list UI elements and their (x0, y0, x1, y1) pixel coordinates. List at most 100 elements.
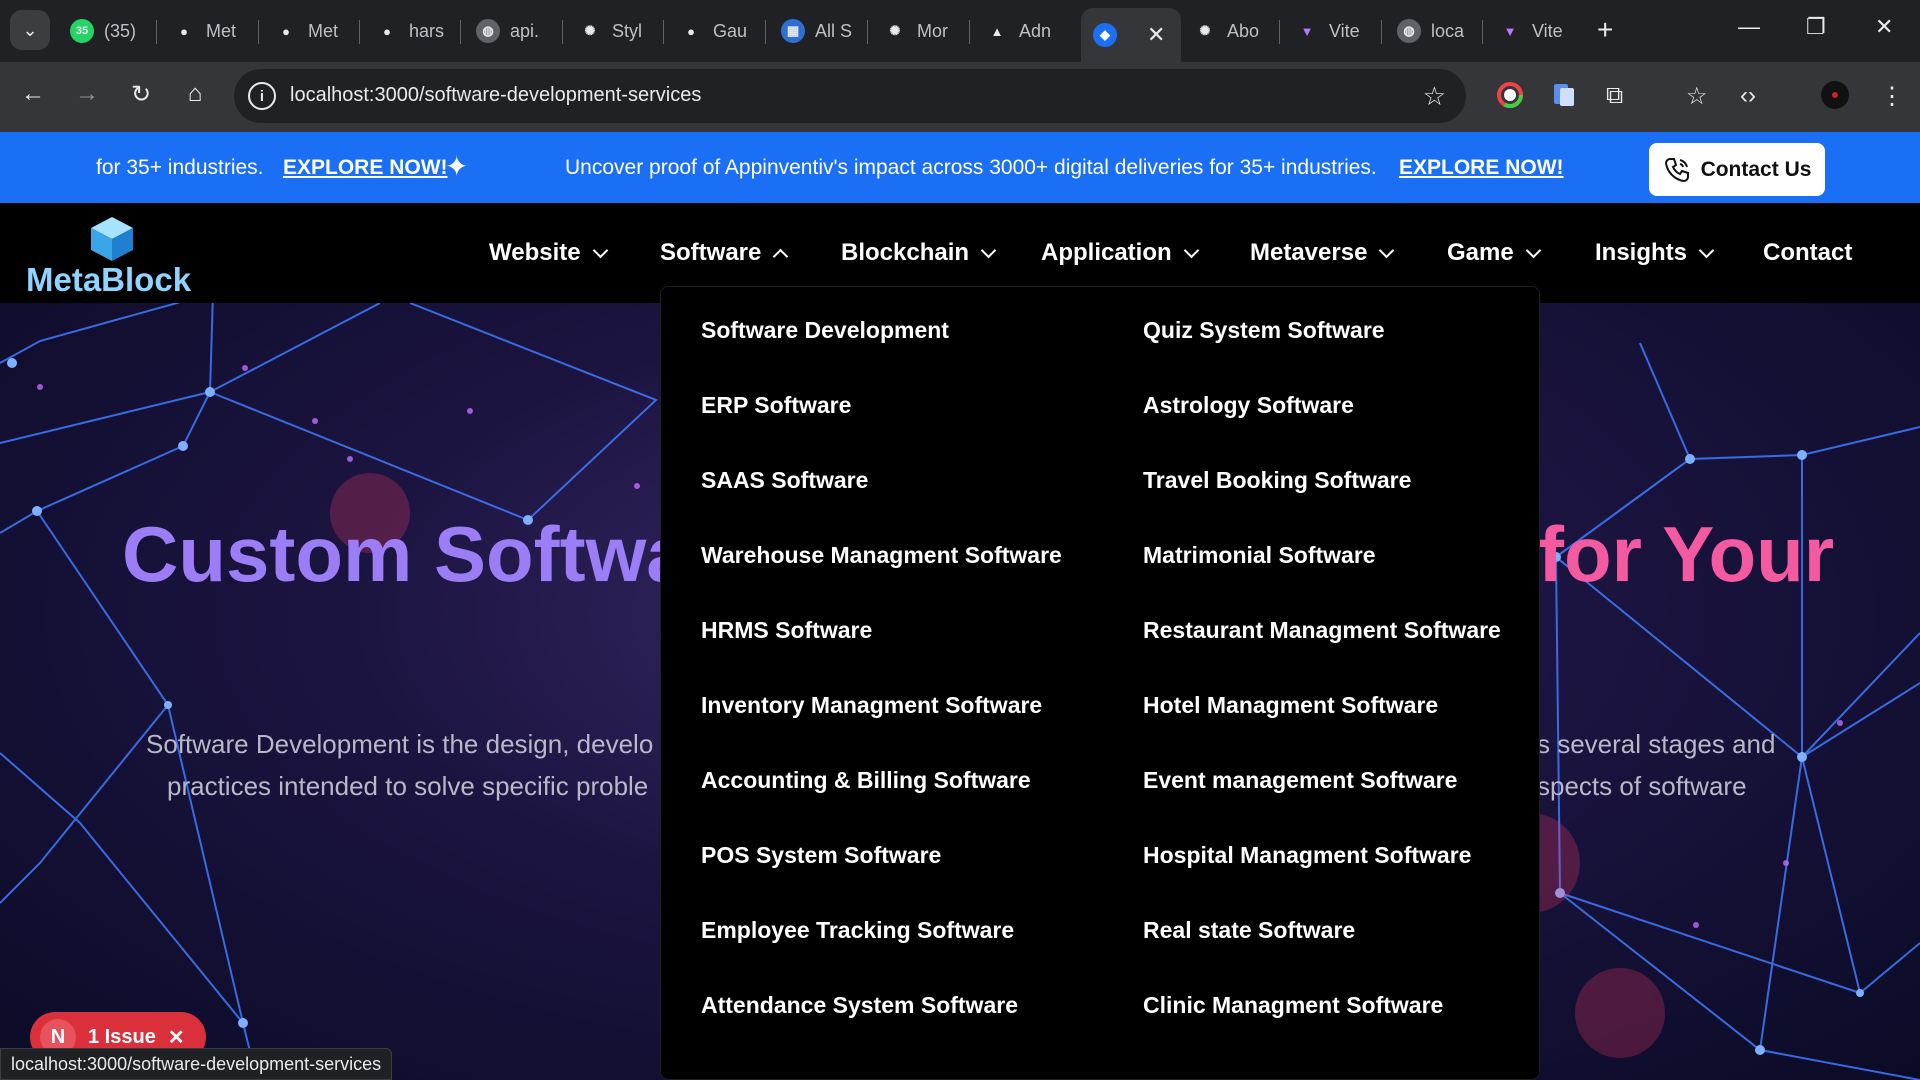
chevron-down-icon (980, 242, 997, 258)
nav-item-label: Contact (1763, 239, 1853, 266)
app-icon: ▦ (781, 19, 805, 43)
browser-tab[interactable]: ● Gau (667, 10, 757, 52)
contact-us-button[interactable]: Contact Us (1649, 143, 1825, 196)
nav-item-metaverse[interactable]: Metaverse (1250, 239, 1395, 267)
globe-icon: ◍ (476, 19, 500, 43)
home-button[interactable]: ⌂ (178, 80, 212, 108)
promo-explore-link[interactable]: EXPLORE NOW! (1399, 156, 1564, 180)
site-info-icon[interactable]: i (248, 82, 276, 110)
tab-separator (258, 20, 259, 44)
extension-color-icon[interactable] (1497, 82, 1523, 115)
dropdown-menu-item[interactable]: Quiz System Software (1143, 317, 1385, 344)
chevron-down-icon: ⌄ (22, 19, 38, 40)
dropdown-menu-item[interactable]: SAAS Software (701, 467, 868, 494)
close-icon[interactable]: ✕ (168, 1025, 185, 1050)
openai-icon: ✺ (578, 19, 602, 43)
tab-title: Met (308, 20, 339, 41)
dropdown-menu-item[interactable]: Event management Software (1143, 767, 1457, 794)
dropdown-menu-item[interactable]: HRMS Software (701, 617, 872, 644)
reload-button[interactable]: ↻ (124, 80, 158, 109)
dropdown-menu-item[interactable]: Travel Booking Software (1143, 467, 1411, 494)
browser-tab[interactable]: ▼ Vite (1283, 10, 1373, 52)
dropdown-menu-item[interactable]: Software Development (701, 317, 949, 344)
dropdown-menu-item[interactable]: Attendance System Software (701, 992, 1018, 1019)
tab-search-button[interactable]: ⌄ (10, 10, 50, 50)
dropdown-menu-item[interactable]: Restaurant Managment Software (1143, 617, 1501, 644)
dropdown-menu-item[interactable]: Employee Tracking Software (701, 917, 1014, 944)
nav-item-contact[interactable]: Contact (1763, 239, 1852, 267)
promo-explore-link-left[interactable]: EXPLORE NOW! (283, 156, 448, 180)
profile-avatar[interactable] (1820, 80, 1850, 117)
tab-strip: ⌄ 35 (35) ● Met ● Met ● hars ◍ api. ✺ Styl ● Gau ▦ All … (0, 0, 1920, 62)
close-window-button[interactable]: ✕ (1875, 14, 1893, 40)
browser-tab[interactable]: ✺ Abo (1181, 10, 1271, 52)
openai-icon: ✺ (883, 19, 907, 43)
promo-text-left: for 35+ industries. (96, 156, 264, 179)
dropdown-menu-item[interactable]: Accounting & Billing Software (701, 767, 1031, 794)
tab-separator (1482, 20, 1483, 44)
browser-tab[interactable]: ● Met (160, 10, 250, 52)
browser-tab[interactable]: ▦ All S (769, 10, 859, 52)
tab-separator (969, 20, 970, 44)
bookmark-star-icon[interactable]: ☆ (1423, 81, 1446, 112)
browser-tab[interactable]: ● hars (363, 10, 453, 52)
dropdown-menu-item[interactable]: ERP Software (701, 392, 851, 419)
browser-tab[interactable]: 35 (35) (58, 10, 148, 52)
dropdown-menu-item[interactable]: Astrology Software (1143, 392, 1354, 419)
nav-item-insights[interactable]: Insights (1595, 239, 1715, 267)
dropdown-menu-item[interactable]: Real state Software (1143, 917, 1355, 944)
browser-tab[interactable]: ✺ Styl (566, 10, 656, 52)
nav-item-blockchain[interactable]: Blockchain (841, 239, 997, 267)
nav-item-website[interactable]: Website (489, 239, 608, 267)
dropdown-menu-item[interactable]: Warehouse Managment Software (701, 542, 1062, 569)
chevron-down-icon (1183, 242, 1199, 258)
browser-window: ⌄ 35 (35) ● Met ● Met ● hars ◍ api. ✺ Styl ● Gau ▦ All … (0, 0, 1920, 1080)
web-page: for 35+ industries. EXPLORE NOW! ✦ Uncov… (0, 132, 1920, 1080)
tab-title: All S (815, 20, 853, 41)
tab-title: Styl (612, 20, 643, 41)
favorites-icon[interactable]: ☆ (1686, 82, 1708, 111)
forward-button[interactable]: → (70, 80, 104, 108)
restore-button[interactable]: ❐ (1806, 14, 1826, 40)
nav-item-software[interactable]: Software (660, 239, 789, 267)
arrow-left-icon: ← (21, 80, 45, 107)
extension-docs-icon[interactable] (1552, 82, 1576, 115)
browser-tab[interactable]: ◍ api. (464, 10, 554, 52)
chevron-up-icon (773, 248, 789, 264)
hero-title-left: Custom Softwar (122, 510, 721, 598)
browser-tab[interactable]: ◍ loca (1385, 10, 1475, 52)
address-bar[interactable]: i localhost:3000/software-development-se… (234, 69, 1466, 123)
browser-tab[interactable]: ▼ Vite (1486, 10, 1576, 52)
dropdown-menu-item[interactable]: Hotel Managment Software (1143, 692, 1438, 719)
browser-tab[interactable]: ▲ Adn (973, 10, 1063, 52)
chevron-down-icon (1379, 242, 1395, 258)
dropdown-menu-item[interactable]: Matrimonial Software (1143, 542, 1376, 569)
extensions-puzzle-icon[interactable]: ⧉ (1606, 82, 1623, 110)
hero-title-right: for Your (1538, 510, 1835, 598)
dropdown-menu-item[interactable]: Inventory Managment Software (701, 692, 1042, 719)
url-text[interactable]: localhost:3000/software-development-serv… (290, 84, 701, 107)
browser-tab[interactable]: ● Met (262, 10, 352, 52)
issue-count-label: 1 Issue (88, 1025, 156, 1048)
whatsapp-icon: 35 (70, 19, 94, 43)
tab-close-icon[interactable]: ✕ (1147, 22, 1165, 48)
menu-kebab-icon[interactable]: ⋮ (1880, 82, 1904, 111)
nav-item-application[interactable]: Application (1041, 239, 1199, 267)
nav-item-label: Blockchain (841, 239, 970, 266)
dropdown-menu-item[interactable]: Clinic Managment Software (1143, 992, 1443, 1019)
devtools-code-icon[interactable]: ‹› (1740, 82, 1756, 110)
chevron-down-icon (592, 242, 608, 258)
hero-description-right: s several stages and spects of software (1537, 723, 1775, 807)
new-tab-button[interactable]: + (1597, 14, 1613, 46)
github-icon: ● (274, 19, 298, 43)
dropdown-menu-item[interactable]: POS System Software (701, 842, 941, 869)
nav-item-game[interactable]: Game (1447, 239, 1541, 267)
minimize-button[interactable]: — (1738, 14, 1760, 40)
browser-tab[interactable]: ◆ ✕ (1081, 8, 1181, 62)
logo-text[interactable]: MetaBlock (26, 261, 191, 299)
dropdown-menu-item[interactable]: Hospital Managment Software (1143, 842, 1471, 869)
browser-tab[interactable]: ✺ Mor (871, 10, 961, 52)
logo-cube-icon[interactable] (89, 215, 135, 263)
nav-item-label: Metaverse (1250, 239, 1368, 266)
back-button[interactable]: ← (16, 80, 50, 108)
